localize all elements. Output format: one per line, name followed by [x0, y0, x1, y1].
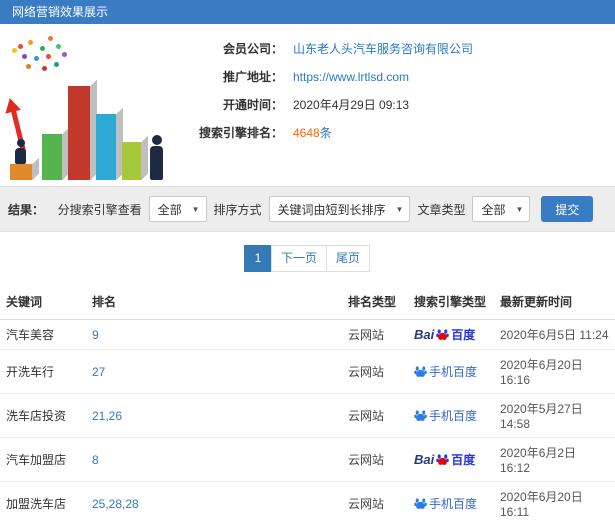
bar-green — [42, 134, 62, 180]
baidu-wordmark: Bai — [414, 327, 435, 342]
baidu-wordmark: Bai — [414, 452, 435, 467]
last-page-button[interactable]: 尾页 — [326, 245, 371, 272]
rank-link[interactable]: 27 — [92, 365, 105, 379]
result-label: 结果： — [8, 202, 45, 217]
rank-type-cell: 云网站 — [348, 328, 385, 342]
table-header-row: 关键词 排名 排名类型 搜索引擎类型 最新更新时间 — [0, 284, 615, 320]
promo-url-label: 推广地址： — [222, 70, 283, 84]
table-row: 开洗车行 27 云网站 Bai 百度 — [0, 349, 615, 394]
table-row: 洗车店投资 21,26 云网站 Bai 百度 — [0, 393, 615, 438]
rank-type-cell: 云网站 — [348, 497, 385, 511]
member-info: 会员公司： 山东老人头汽车服务咨询有限公司 推广地址： https://www.… — [175, 30, 615, 182]
rank-link[interactable]: 21,26 — [92, 409, 122, 423]
mobile-baidu-text: 手机百度 — [429, 408, 478, 423]
mobile-baidu-paw-icon — [414, 497, 427, 509]
mobile-baidu-text: 手机百度 — [429, 364, 478, 379]
open-time-value: 2020年4月29日 09:13 — [293, 98, 410, 112]
info-row-company: 会员公司： 山东老人头汽车服务咨询有限公司 — [175, 40, 615, 57]
page-number-current[interactable]: 1 — [243, 245, 272, 272]
mobile-baidu-text: 手机百度 — [429, 496, 478, 511]
update-time-cell: 2020年5月27日 14:58 — [500, 402, 583, 431]
chevron-down-icon: ▼ — [191, 204, 200, 214]
engine-filter-label: 分搜索引擎查看 — [57, 202, 142, 217]
small-person-figure — [15, 139, 26, 164]
header-keyword: 关键词 — [0, 284, 86, 320]
update-time-cell: 2020年6月5日 11:24 — [500, 328, 609, 342]
sort-select[interactable]: 关键词由短到长排序 ▼ — [268, 196, 411, 222]
header-update-time: 最新更新时间 — [494, 284, 615, 320]
engine-select-value: 全部 — [157, 202, 182, 217]
keyword-cell: 加盟洗车店 — [6, 497, 67, 511]
article-type-label: 文章类型 — [417, 202, 466, 217]
baidu-logo: Bai 百度 — [414, 326, 475, 343]
table-row: 汽车美容 9 云网站 Bai 百度 2020年6月5日 11:24 — [0, 319, 615, 350]
engine-select[interactable]: 全部 ▼ — [148, 196, 207, 222]
header-engine-type: 搜索引擎类型 — [408, 284, 494, 320]
info-row-open-time: 开通时间： 2020年4月29日 09:13 — [175, 96, 615, 113]
businessman-figure — [150, 135, 163, 180]
rank-type-cell: 云网站 — [348, 409, 385, 423]
company-link[interactable]: 山东老人头汽车服务咨询有限公司 — [293, 40, 473, 57]
chevron-down-icon: ▼ — [515, 204, 524, 214]
mobile-baidu-logo: 手机百度 — [414, 363, 477, 380]
sort-filter-label: 排序方式 — [213, 202, 262, 217]
table-row: 汽车加盟店 8 云网站 Bai 百度 2020年6月2日 16:12 — [0, 437, 615, 482]
chevron-down-icon: ▼ — [395, 204, 404, 214]
next-page-button[interactable]: 下一页 — [270, 245, 327, 272]
page-header-bar: 网络营销效果展示 — [0, 0, 615, 24]
info-section: 会员公司： 山东老人头汽车服务咨询有限公司 推广地址： https://www.… — [0, 24, 615, 186]
rank-link[interactable]: 8 — [92, 453, 99, 467]
baidu-cn-text: 百度 — [451, 453, 476, 467]
update-time-cell: 2020年6月20日 16:11 — [500, 490, 583, 519]
header-rank: 排名 — [86, 284, 342, 320]
rank-type-cell: 云网站 — [348, 453, 385, 467]
info-row-rank-count: 搜索引擎排名： 4648条 — [175, 124, 615, 141]
company-label: 会员公司： — [222, 42, 283, 56]
rank-count-value: 4648条 — [293, 124, 332, 141]
keyword-cell: 洗车店投资 — [6, 409, 67, 423]
keyword-cell: 开洗车行 — [6, 365, 55, 379]
pagination: 1 下一页 尾页 — [0, 232, 615, 284]
rank-count-unit: 条 — [319, 126, 332, 140]
keyword-cell: 汽车加盟店 — [6, 453, 67, 467]
baidu-cn-text: 百度 — [451, 328, 476, 342]
mobile-baidu-paw-icon — [414, 409, 427, 421]
article-type-select[interactable]: 全部 ▼ — [472, 196, 531, 222]
filter-bar: 结果： 分搜索引擎查看 全部 ▼ 排序方式 关键词由短到长排序 ▼ 文章类型 全… — [0, 186, 615, 232]
baidu-paw-icon — [436, 329, 450, 340]
update-time-cell: 2020年6月20日 16:16 — [500, 358, 583, 387]
mobile-baidu-paw-icon — [414, 365, 427, 377]
info-row-url: 推广地址： https://www.lrtlsd.com — [175, 68, 615, 85]
baidu-paw-icon — [436, 454, 450, 465]
article-type-select-value: 全部 — [481, 202, 506, 217]
promo-url-link[interactable]: https://www.lrtlsd.com — [293, 70, 409, 84]
bar-lightgreen — [122, 142, 141, 180]
submit-button[interactable]: 提交 — [541, 196, 594, 222]
table-body: 汽车美容 9 云网站 Bai 百度 2020年6月5日 11:24 开洗车行 2… — [0, 319, 615, 520]
bar-red — [68, 86, 90, 180]
header-rank-type: 排名类型 — [342, 284, 408, 320]
rank-count-number: 4648 — [293, 126, 320, 140]
rank-table: 关键词 排名 排名类型 搜索引擎类型 最新更新时间 汽车美容 9 云网站 Bai — [0, 284, 615, 520]
confetti-decoration — [18, 44, 23, 49]
table-row: 加盟洗车店 25,28,28 云网站 Bai 百度 — [0, 481, 615, 520]
open-time-label: 开通时间： — [222, 98, 283, 112]
bar-orange — [10, 164, 32, 180]
mobile-baidu-logo: 手机百度 — [414, 407, 477, 424]
rank-type-cell: 云网站 — [348, 365, 385, 379]
bar-blue — [96, 114, 116, 180]
rank-link[interactable]: 25,28,28 — [92, 497, 139, 511]
page: 网络营销效果展示 会员公司： 山东老人头汽车服务咨询有限公司 推广地址： htt… — [0, 0, 615, 520]
keyword-cell: 汽车美容 — [6, 328, 55, 342]
filter-controls: 分搜索引擎查看 全部 ▼ 排序方式 关键词由短到长排序 ▼ 文章类型 全部 ▼ … — [58, 196, 594, 222]
sort-select-value: 关键词由短到长排序 — [277, 202, 386, 217]
rank-count-label: 搜索引擎排名： — [198, 126, 283, 140]
page-title: 网络营销效果展示 — [12, 5, 109, 19]
baidu-logo: Bai 百度 — [414, 451, 475, 468]
bar-chart-illustration — [0, 30, 175, 182]
rank-link[interactable]: 9 — [92, 328, 99, 342]
update-time-cell: 2020年6月2日 16:12 — [500, 446, 577, 475]
mobile-baidu-logo: 手机百度 — [414, 495, 477, 512]
